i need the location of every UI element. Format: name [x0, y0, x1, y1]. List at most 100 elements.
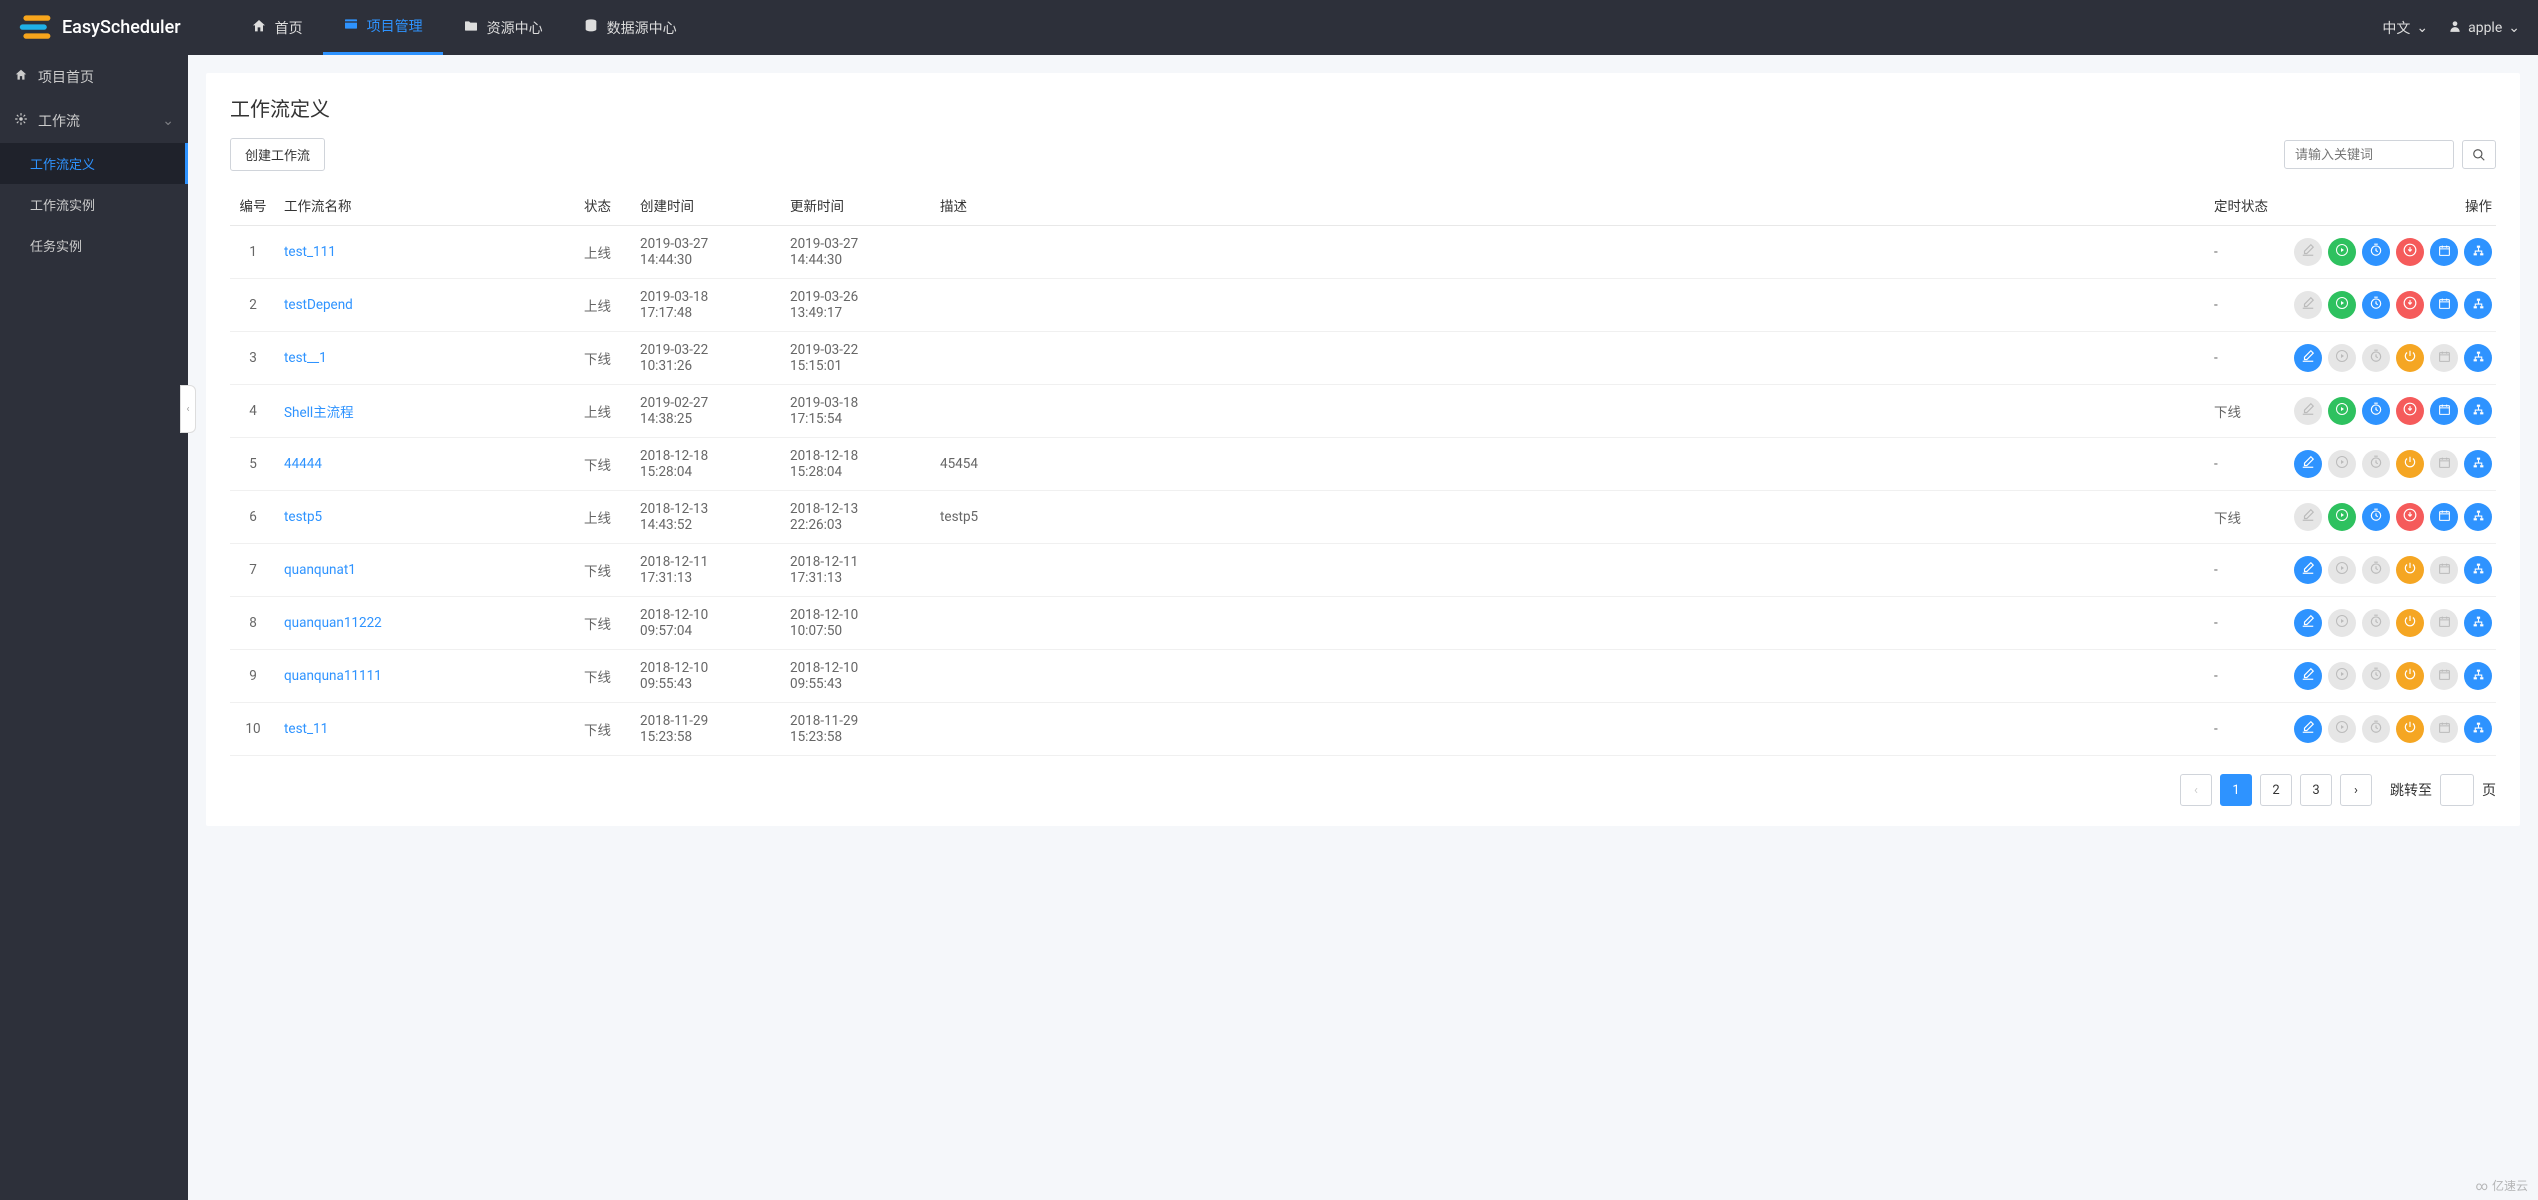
- logo-icon: [18, 13, 54, 43]
- page-prev-button[interactable]: ‹: [2180, 774, 2212, 806]
- edit-button[interactable]: [2294, 344, 2322, 372]
- nav-item-database[interactable]: 数据源中心: [563, 0, 697, 55]
- run-button[interactable]: [2328, 397, 2356, 425]
- tree-button[interactable]: [2464, 503, 2492, 531]
- sidebar-sub-item[interactable]: 任务实例: [0, 225, 188, 266]
- language-switcher[interactable]: 中文 ⌄: [2382, 18, 2428, 38]
- cell-state: 下线: [576, 438, 632, 491]
- search-input[interactable]: [2284, 140, 2454, 169]
- cron-button[interactable]: [2430, 503, 2458, 531]
- timing-button[interactable]: [2362, 397, 2390, 425]
- workflow-link[interactable]: test_111: [284, 244, 336, 260]
- nav-item-folder[interactable]: 资源中心: [443, 0, 563, 55]
- timing-button[interactable]: [2362, 291, 2390, 319]
- sidebar-sub-item[interactable]: 工作流定义: [0, 143, 188, 184]
- timing-button[interactable]: [2362, 238, 2390, 266]
- tree-button[interactable]: [2464, 556, 2492, 584]
- workflow-link[interactable]: test_11: [284, 721, 328, 737]
- workflow-link[interactable]: 44444: [284, 456, 322, 472]
- cron-button[interactable]: [2430, 291, 2458, 319]
- create-workflow-button[interactable]: 创建工作流: [230, 138, 325, 171]
- cron-icon: [2438, 721, 2451, 738]
- tree-icon: [2472, 350, 2485, 367]
- nav-item-home[interactable]: 首页: [231, 0, 323, 55]
- cron-button[interactable]: [2430, 397, 2458, 425]
- folder-icon: [463, 18, 479, 38]
- page-next-button[interactable]: ›: [2340, 774, 2372, 806]
- th-desc: 描述: [932, 185, 2206, 226]
- cell-index: 10: [230, 703, 276, 756]
- online-toggle-button[interactable]: [2396, 344, 2424, 372]
- cell-update: 2018-12-1010:07:50: [782, 597, 932, 650]
- cell-create: 2018-12-1117:31:13: [632, 544, 782, 597]
- online-toggle-button[interactable]: [2396, 556, 2424, 584]
- brand-logo[interactable]: EasyScheduler: [18, 13, 181, 43]
- table-row: 8 quanquan11222 下线 2018-12-1009:57:04 20…: [230, 597, 2496, 650]
- tree-button[interactable]: [2464, 609, 2492, 637]
- workflow-link[interactable]: Shell主流程: [284, 405, 354, 421]
- table-row: 7 quanqunat1 下线 2018-12-1117:31:13 2018-…: [230, 544, 2496, 597]
- sidebar-sub-item[interactable]: 工作流实例: [0, 184, 188, 225]
- edit-button[interactable]: [2294, 715, 2322, 743]
- edit-button[interactable]: [2294, 662, 2322, 690]
- online-toggle-button[interactable]: [2396, 503, 2424, 531]
- tree-button[interactable]: [2464, 715, 2492, 743]
- page-number-button[interactable]: 3: [2300, 774, 2332, 806]
- online-toggle-button[interactable]: [2396, 397, 2424, 425]
- online-toggle-button[interactable]: [2396, 609, 2424, 637]
- panel: 工作流定义 创建工作流 编号 工作流名称 状态 创建时间: [206, 73, 2520, 826]
- edit-icon: [2301, 455, 2315, 473]
- cron-button: [2430, 450, 2458, 478]
- online-toggle-button[interactable]: [2396, 238, 2424, 266]
- workflow-link[interactable]: testDepend: [284, 297, 353, 313]
- cron-icon: [2438, 350, 2451, 367]
- tree-icon: [2472, 509, 2485, 526]
- workflow-link[interactable]: testp5: [284, 509, 322, 525]
- online-toggle-button[interactable]: [2396, 715, 2424, 743]
- tree-button[interactable]: [2464, 238, 2492, 266]
- cell-actions: [2286, 703, 2496, 756]
- cell-desc: [932, 385, 2206, 438]
- run-button[interactable]: [2328, 238, 2356, 266]
- edit-button[interactable]: [2294, 556, 2322, 584]
- run-icon: [2336, 244, 2348, 260]
- run-icon: [2336, 668, 2348, 684]
- sidebar-collapse-button[interactable]: ‹: [180, 385, 196, 433]
- sidebar-item-workflow[interactable]: 工作流 ⌄: [0, 99, 188, 143]
- tree-button[interactable]: [2464, 397, 2492, 425]
- page-number-button[interactable]: 2: [2260, 774, 2292, 806]
- page-number-button[interactable]: 1: [2220, 774, 2252, 806]
- run-button[interactable]: [2328, 503, 2356, 531]
- workflow-link[interactable]: test__1: [284, 350, 327, 366]
- tree-button[interactable]: [2464, 450, 2492, 478]
- edit-button[interactable]: [2294, 609, 2322, 637]
- run-button: [2328, 344, 2356, 372]
- search-button[interactable]: [2462, 140, 2496, 169]
- run-button[interactable]: [2328, 291, 2356, 319]
- tree-button[interactable]: [2464, 291, 2492, 319]
- cron-button[interactable]: [2430, 238, 2458, 266]
- user-menu[interactable]: apple ⌄: [2448, 19, 2520, 37]
- online-toggle-button[interactable]: [2396, 291, 2424, 319]
- edit-button[interactable]: [2294, 450, 2322, 478]
- cell-create: 2018-11-2915:23:58: [632, 703, 782, 756]
- sidebar-item-project-home[interactable]: 项目首页: [0, 55, 188, 99]
- cron-icon: [2438, 562, 2451, 579]
- online-toggle-button[interactable]: [2396, 662, 2424, 690]
- tree-button[interactable]: [2464, 344, 2492, 372]
- nav-item-project[interactable]: 项目管理: [323, 0, 443, 55]
- page-jump-input[interactable]: [2440, 774, 2474, 806]
- online-toggle-button[interactable]: [2396, 450, 2424, 478]
- cell-name: quanquan11222: [276, 597, 576, 650]
- timing-button[interactable]: [2362, 503, 2390, 531]
- workflow-link[interactable]: quanquna11111: [284, 668, 382, 684]
- cell-index: 5: [230, 438, 276, 491]
- table-row: 2 testDepend 上线 2019-03-1817:17:48 2019-…: [230, 279, 2496, 332]
- cron-icon: [2438, 403, 2451, 420]
- workflow-link[interactable]: quanqunat1: [284, 562, 356, 578]
- cell-cron: -: [2206, 332, 2286, 385]
- project-icon: [343, 16, 359, 36]
- tree-button[interactable]: [2464, 662, 2492, 690]
- timing-button: [2362, 450, 2390, 478]
- workflow-link[interactable]: quanquan11222: [284, 615, 382, 631]
